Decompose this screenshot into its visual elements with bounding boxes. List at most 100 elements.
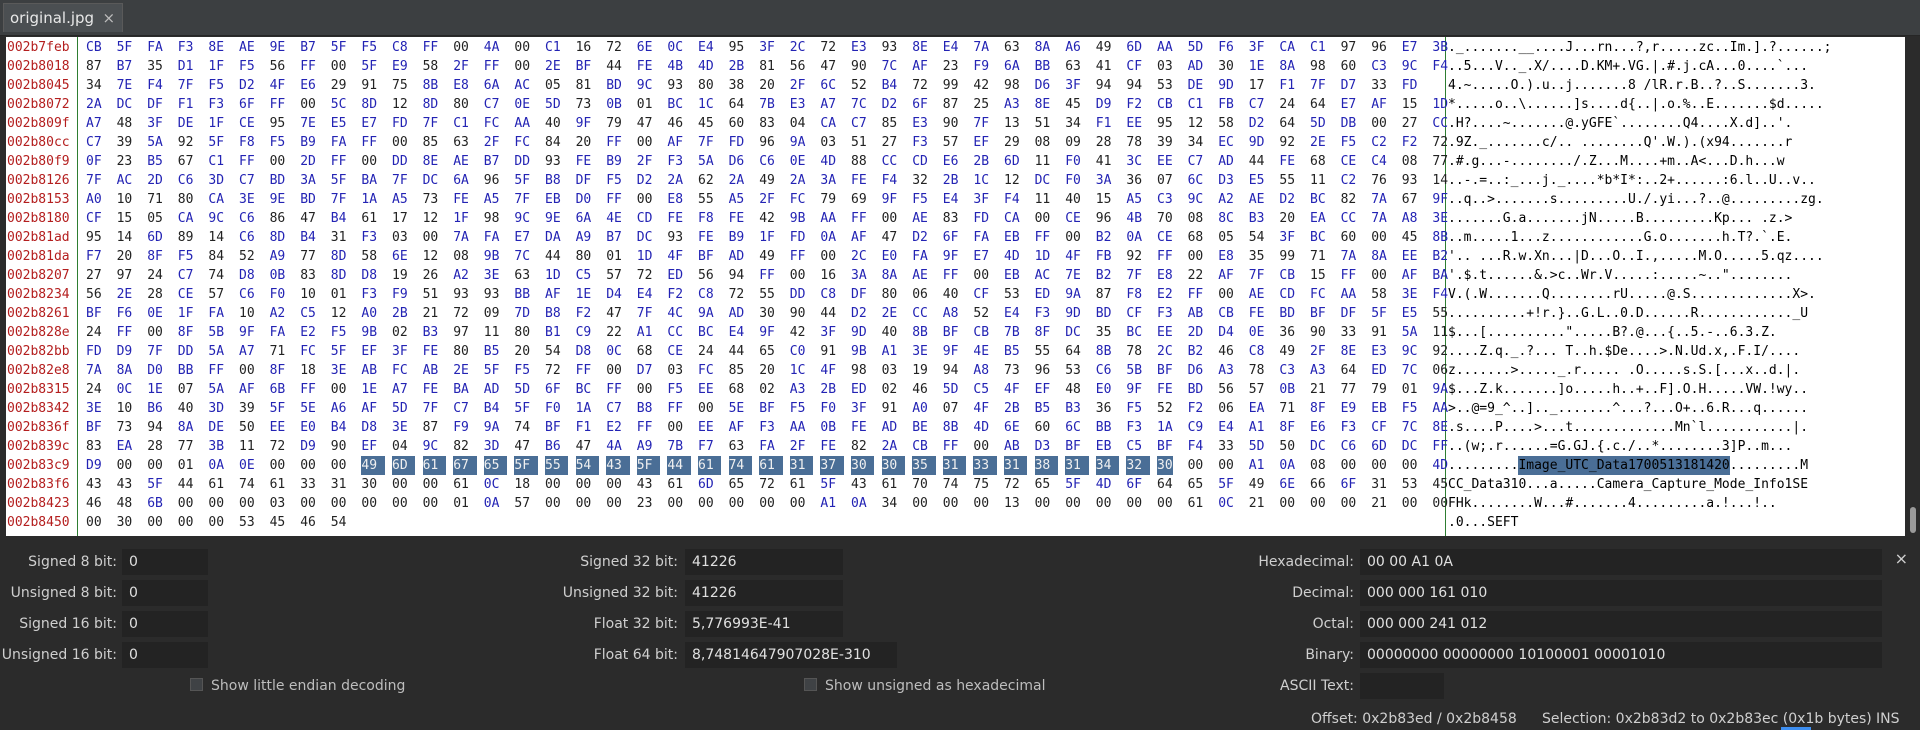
hex-byte[interactable]: 55	[759, 285, 775, 304]
hex-byte[interactable]: 6F	[1341, 475, 1357, 494]
hex-byte[interactable]: EE	[698, 418, 714, 437]
hex-byte[interactable]: 56	[698, 266, 714, 285]
hex-byte[interactable]: FD	[790, 228, 806, 247]
hex-byte[interactable]: 40	[1065, 190, 1081, 209]
hex-byte[interactable]: 24	[1279, 95, 1295, 114]
hex-byte[interactable]: D9	[300, 437, 316, 456]
hex-row[interactable]: 002b83f6 43 43 5F 44 61 74 61 33 31 30 00 00 61 0C 18 00…	[6, 475, 1905, 494]
hex-byte[interactable]: 0B	[1279, 380, 1295, 399]
hex-byte[interactable]: E0	[882, 247, 898, 266]
hex-byte[interactable]: 7A	[86, 361, 102, 380]
hex-byte[interactable]: 46	[667, 114, 683, 133]
hex-byte[interactable]: 3F	[1249, 38, 1265, 57]
hex-byte[interactable]: AE	[912, 209, 928, 228]
hex-byte[interactable]: 82	[453, 437, 469, 456]
hex-byte[interactable]: FD	[973, 209, 989, 228]
hex-byte[interactable]: BB	[1096, 418, 1112, 437]
hex-byte[interactable]: C6	[1096, 361, 1112, 380]
hex-byte[interactable]: FA	[484, 228, 500, 247]
hex-byte[interactable]: B5	[147, 152, 163, 171]
hex-byte[interactable]: 97	[117, 266, 133, 285]
hex-byte[interactable]: 6F	[912, 95, 928, 114]
hex-byte[interactable]: CF	[86, 209, 102, 228]
hex-byte[interactable]: 00	[973, 494, 989, 513]
hex-byte[interactable]: 82	[851, 437, 867, 456]
hex-byte[interactable]: 93	[453, 285, 469, 304]
hex-byte[interactable]: 65	[1188, 475, 1204, 494]
hex-byte[interactable]: 32	[1126, 456, 1150, 475]
hex-byte[interactable]: 92	[1126, 247, 1142, 266]
hex-byte[interactable]: BA	[1432, 266, 1448, 285]
hex-byte[interactable]: 94	[1096, 76, 1112, 95]
hex-byte[interactable]: 85	[423, 133, 439, 152]
octal-field[interactable]: 000 000 241 012	[1360, 611, 1882, 637]
hex-byte[interactable]: 1E	[1249, 57, 1265, 76]
hex-byte[interactable]: 01	[178, 456, 194, 475]
hex-byte[interactable]: 9C	[514, 209, 530, 228]
hex-byte[interactable]: 0B	[270, 266, 286, 285]
hex-byte[interactable]: FF	[117, 323, 133, 342]
hex-byte[interactable]: 75	[973, 475, 989, 494]
hex-byte[interactable]: 3F	[759, 38, 775, 57]
hex-byte[interactable]: 3F	[147, 114, 163, 133]
hex-byte[interactable]: 9F	[239, 323, 255, 342]
hex-byte[interactable]: F1	[1279, 76, 1295, 95]
hex-byte[interactable]: 9C	[1402, 342, 1418, 361]
hex-byte[interactable]: D8	[361, 266, 377, 285]
hex-byte[interactable]: 36	[1279, 323, 1295, 342]
hex-byte[interactable]: 26	[423, 266, 439, 285]
hex-byte[interactable]: A7	[820, 95, 836, 114]
hex-byte[interactable]: F1	[178, 95, 194, 114]
hex-byte[interactable]: 54	[545, 342, 561, 361]
hex-byte[interactable]: 53	[1157, 76, 1173, 95]
hex-byte[interactable]: 00	[1402, 494, 1418, 513]
hex-byte[interactable]: F5	[912, 190, 928, 209]
hex-byte[interactable]: 1D	[1035, 247, 1051, 266]
hex-byte[interactable]: 00	[239, 361, 255, 380]
hex-byte[interactable]: D1	[178, 57, 194, 76]
hex-byte[interactable]: 2B	[392, 304, 408, 323]
hex-byte[interactable]: A9	[576, 228, 592, 247]
hex-byte[interactable]: EE	[270, 418, 286, 437]
hex-byte[interactable]: 93	[882, 38, 898, 57]
hex-byte[interactable]: D6	[729, 152, 745, 171]
hex-byte[interactable]: FE	[423, 380, 439, 399]
hex-byte[interactable]: B5	[1004, 342, 1020, 361]
hex-byte[interactable]: 5F	[331, 342, 347, 361]
hex-byte[interactable]: E8	[1157, 266, 1173, 285]
hex-byte[interactable]: BF	[1157, 437, 1173, 456]
hex-byte[interactable]: 06	[1218, 399, 1234, 418]
hex-byte[interactable]: 45	[1065, 95, 1081, 114]
hex-byte[interactable]: F5	[361, 38, 377, 57]
hex-byte[interactable]: F0	[270, 285, 286, 304]
hex-byte[interactable]: F5	[1341, 133, 1357, 152]
hex-byte[interactable]: 5F	[270, 399, 286, 418]
hex-byte[interactable]: FF	[576, 361, 592, 380]
hex-byte[interactable]: C6	[239, 228, 255, 247]
hex-byte[interactable]: D4	[1218, 323, 1234, 342]
hex-byte[interactable]: A9	[270, 247, 286, 266]
hex-row[interactable]: 002b8261 BF F6 0E 1F FA 10 A2 C5 12 A0 2B 21 72 09 7D B8…	[6, 304, 1905, 323]
hex-byte[interactable]: 00	[790, 494, 806, 513]
hex-byte[interactable]: A0	[361, 304, 377, 323]
hex-row[interactable]: 002b82bb FD D9 7F DD 5A A7 71 FC 5F EF 3F FE 80 B5 20 54…	[6, 342, 1905, 361]
hex-byte[interactable]: 61	[422, 456, 447, 475]
hex-byte[interactable]: 74	[239, 475, 255, 494]
hex-byte[interactable]: 7F	[86, 171, 102, 190]
hex-byte[interactable]: 44	[667, 456, 691, 475]
hex-byte[interactable]: 9D	[1249, 133, 1265, 152]
hex-byte[interactable]: A1	[637, 323, 653, 342]
hex-byte[interactable]: B1	[545, 323, 561, 342]
hex-byte[interactable]: 7F	[178, 76, 194, 95]
hex-byte[interactable]: 61	[759, 456, 783, 475]
hex-byte[interactable]: 8B	[912, 323, 928, 342]
hex-byte[interactable]: 54	[331, 513, 347, 532]
hex-byte[interactable]: 35	[912, 456, 936, 475]
hex-byte[interactable]: B2	[1188, 342, 1204, 361]
hex-byte[interactable]: CF	[1371, 418, 1387, 437]
hex-byte[interactable]: 2F	[484, 133, 500, 152]
hex-byte[interactable]: F0	[1065, 171, 1081, 190]
hex-byte[interactable]: E3	[790, 95, 806, 114]
hex-byte[interactable]: 32	[912, 171, 928, 190]
hex-byte[interactable]: FD	[392, 114, 408, 133]
